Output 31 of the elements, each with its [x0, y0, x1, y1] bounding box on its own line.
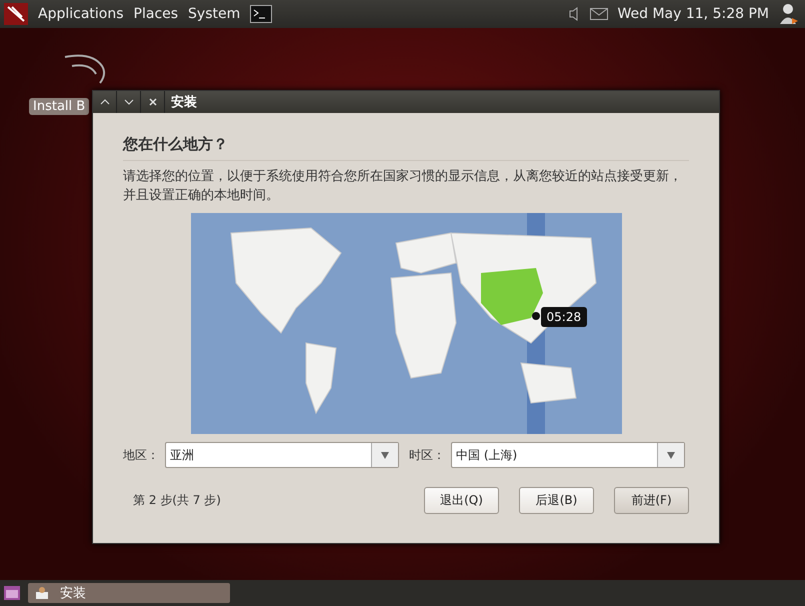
desktop-icon-label[interactable]: Install B [29, 98, 90, 115]
chevron-down-icon [124, 99, 134, 105]
dragon-icon [64, 54, 108, 84]
region-dropdown[interactable]: 亚洲 [165, 442, 399, 468]
time-tooltip: 05:28 [540, 307, 588, 327]
taskbar-button[interactable]: 安装 [28, 583, 230, 603]
field-label: 地区： [123, 446, 159, 464]
close-icon [148, 98, 156, 106]
dragon-logo-icon[interactable] [4, 3, 28, 25]
menu-item[interactable]: Places [134, 6, 178, 22]
clock[interactable]: Wed May 11, 5:28 PM [618, 6, 769, 22]
window-title: 安装 [171, 94, 197, 111]
speaker-icon[interactable] [568, 7, 580, 21]
menu-item[interactable]: Applications [38, 6, 124, 22]
timezone-dropdown[interactable]: 中国 (上海) [451, 442, 685, 468]
menu-item[interactable]: System [188, 6, 240, 22]
terminal-icon[interactable] [250, 5, 272, 23]
dialog-button[interactable]: 后退(B) [519, 487, 594, 514]
show-desktop-icon[interactable] [4, 586, 20, 600]
mail-icon[interactable] [590, 8, 608, 20]
user-icon[interactable] [779, 3, 799, 25]
dialog-button[interactable]: 退出(Q) [424, 487, 499, 514]
installer-icon [34, 586, 50, 600]
chevron-up-icon [100, 99, 110, 105]
dropdown-arrow-icon [381, 452, 389, 458]
step-indicator: 第 2 步(共 7 步) [133, 492, 222, 509]
field-label: 时区： [409, 446, 445, 464]
dialog-button[interactable]: 前进(F) [614, 487, 689, 514]
description-text: 请选择您的位置，以便于系统使用符合您所在国家习惯的显示信息，从离您较近的站点接受更新，并且设置正确的本地时间。 [123, 168, 683, 205]
dropdown-arrow-icon [667, 452, 675, 458]
page-heading: 您在什么地方？ [123, 135, 689, 161]
